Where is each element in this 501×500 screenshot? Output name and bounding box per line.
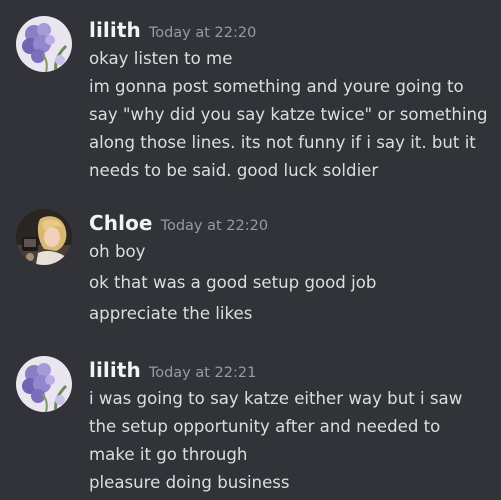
message-header: lilith Today at 22:20 (89, 16, 256, 44)
message-text: make it go through (89, 445, 248, 464)
message-text: needs to be said. good luck soldier (89, 161, 379, 180)
blonde-character-icon (16, 209, 72, 265)
message-text: appreciate the likes (89, 304, 253, 323)
user-avatar[interactable] (16, 356, 72, 412)
message-header: lilith Today at 22:21 (89, 356, 256, 384)
timestamp: Today at 22:20 (160, 218, 269, 234)
user-avatar[interactable] (16, 209, 72, 265)
message-text: i was going to say katze either way but … (89, 389, 463, 408)
user-avatar[interactable] (16, 16, 72, 72)
message-text: im gonna post something and youre going … (89, 77, 464, 96)
message-text: say "why did you say katze twice" or som… (89, 105, 488, 124)
message-text: along those lines. its not funny if i sa… (89, 133, 476, 152)
message-text: pleasure doing business (89, 473, 290, 492)
message-text: oh boy (89, 242, 146, 261)
username[interactable]: Chloe (89, 211, 153, 235)
chat-window: { "messages": [ { "author": "lilith", "t… (0, 0, 501, 500)
timestamp: Today at 22:21 (148, 365, 257, 381)
purple-flowers-icon (16, 356, 72, 412)
username[interactable]: lilith (89, 358, 141, 382)
username[interactable]: lilith (89, 18, 141, 42)
message-text: ok that was a good setup good job (89, 273, 377, 292)
message-text: okay listen to me (89, 49, 233, 68)
message-text: the setup opportunity after and needed t… (89, 417, 441, 436)
timestamp: Today at 22:20 (148, 25, 257, 41)
message-header: Chloe Today at 22:20 (89, 209, 268, 237)
purple-flowers-icon (16, 16, 72, 72)
